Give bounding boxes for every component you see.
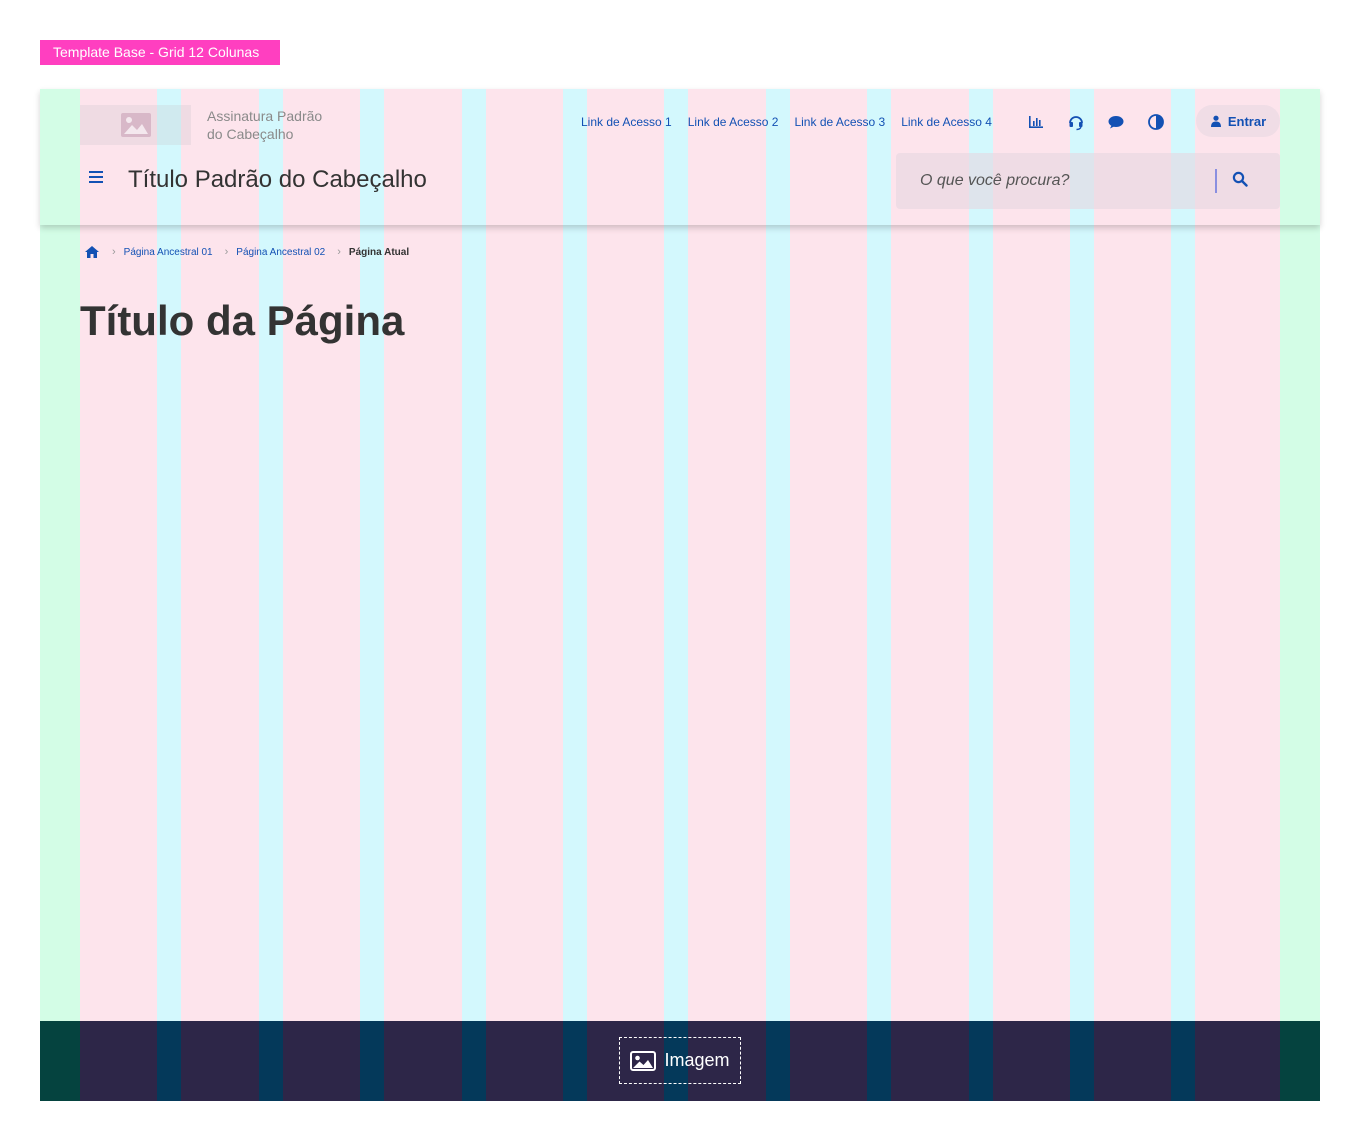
image-icon (120, 113, 151, 137)
footer-grid-margin (1280, 1021, 1320, 1101)
grid-gutter (461, 89, 486, 1101)
footer-image-label: Imagem (664, 1050, 730, 1070)
grid-column (1195, 89, 1280, 1101)
contrast-icon[interactable] (1147, 113, 1165, 131)
chevron-right-icon: › (112, 246, 116, 258)
grid-gutter (157, 89, 182, 1101)
grid-column (384, 89, 462, 1101)
page-frame: Assinatura Padrão do Cabeçalho Link de A… (40, 89, 1320, 1101)
template-tag: Template Base - Grid 12 Colunas (40, 40, 280, 65)
grid-column (282, 89, 361, 1101)
grid-column (992, 89, 1070, 1101)
access-link-4[interactable]: Link de Acesso 4 (901, 115, 992, 129)
site-footer: Imagem (40, 1021, 1320, 1101)
footer-grid-margin (40, 1021, 80, 1101)
footer-image-placeholder: Imagem (619, 1037, 741, 1084)
grid-column (688, 89, 766, 1101)
grid-column (485, 89, 563, 1101)
grid-column (181, 89, 259, 1101)
search-icon (1232, 171, 1248, 187)
breadcrumb: › Página Ancestral 01 › Página Ancestral… (84, 245, 409, 259)
breadcrumb-item[interactable]: Página Ancestral 02 (236, 247, 325, 258)
footer-grid-gutter (360, 1021, 385, 1101)
image-icon (630, 1050, 657, 1071)
breadcrumb-current: Página Atual (348, 246, 410, 258)
grid-gutter (867, 89, 892, 1101)
chevron-right-icon: › (224, 246, 229, 258)
footer-grid-gutter (1171, 1021, 1196, 1101)
login-label: Entrar (1227, 113, 1267, 129)
grid-gutter (563, 89, 587, 1101)
menu-button[interactable] (88, 169, 106, 187)
header-title: Título Padrão do Cabeçalho (128, 166, 427, 193)
grid-gutter (765, 89, 790, 1101)
search-divider (1215, 169, 1217, 193)
login-button[interactable]: Entrar (1196, 105, 1280, 137)
access-link-2[interactable]: Link de Acesso 2 (688, 115, 779, 129)
grid-gutter (1171, 89, 1196, 1101)
grid-gutter (360, 89, 385, 1101)
site-header: Assinatura Padrão do Cabeçalho Link de A… (40, 89, 1320, 225)
grid-gutter (664, 89, 689, 1101)
footer-grid-gutter (1070, 1021, 1094, 1101)
footer-grid-gutter (765, 1021, 790, 1101)
access-links: Link de Acesso 1 Link de Acesso 2 Link d… (581, 115, 992, 129)
logo-placeholder[interactable] (80, 105, 191, 145)
footer-grid-gutter (157, 1021, 182, 1101)
search-box (896, 153, 1280, 209)
search-button[interactable] (1232, 171, 1252, 191)
grid-gutter (258, 89, 283, 1101)
header-signature: Assinatura Padrão do Cabeçalho (207, 107, 367, 143)
grid-margin-left (40, 89, 80, 1101)
access-link-3[interactable]: Link de Acesso 3 (794, 115, 885, 129)
signature-line-1: Assinatura Padrão (207, 108, 323, 124)
home-icon[interactable] (84, 245, 100, 259)
chat-icon[interactable] (1107, 113, 1125, 131)
footer-grid-gutter (258, 1021, 283, 1101)
search-input[interactable] (896, 153, 1206, 209)
grid-column (789, 89, 868, 1101)
grid-column (1094, 89, 1172, 1101)
grid-gutter (968, 89, 993, 1101)
access-link-1[interactable]: Link de Acesso 1 (581, 115, 672, 129)
user-icon (1210, 115, 1221, 127)
grid-column (891, 89, 969, 1101)
grid-column (587, 89, 665, 1101)
grid-overlay (40, 89, 1320, 1101)
grid-gutter (1070, 89, 1094, 1101)
footer-grid-gutter (867, 1021, 892, 1101)
chart-icon[interactable] (1027, 113, 1045, 131)
breadcrumb-item[interactable]: Página Ancestral 01 (124, 247, 213, 258)
grid-column (80, 89, 158, 1101)
signature-line-2: do Cabeçalho (207, 126, 294, 142)
hamburger-icon (89, 171, 103, 183)
page-title: Título da Página (80, 297, 405, 344)
footer-grid-gutter (461, 1021, 486, 1101)
chevron-right-icon: › (337, 246, 341, 258)
footer-grid-gutter (968, 1021, 993, 1101)
footer-grid-gutter (563, 1021, 587, 1101)
grid-margin-right (1280, 89, 1320, 1101)
headset-icon[interactable] (1067, 113, 1085, 131)
